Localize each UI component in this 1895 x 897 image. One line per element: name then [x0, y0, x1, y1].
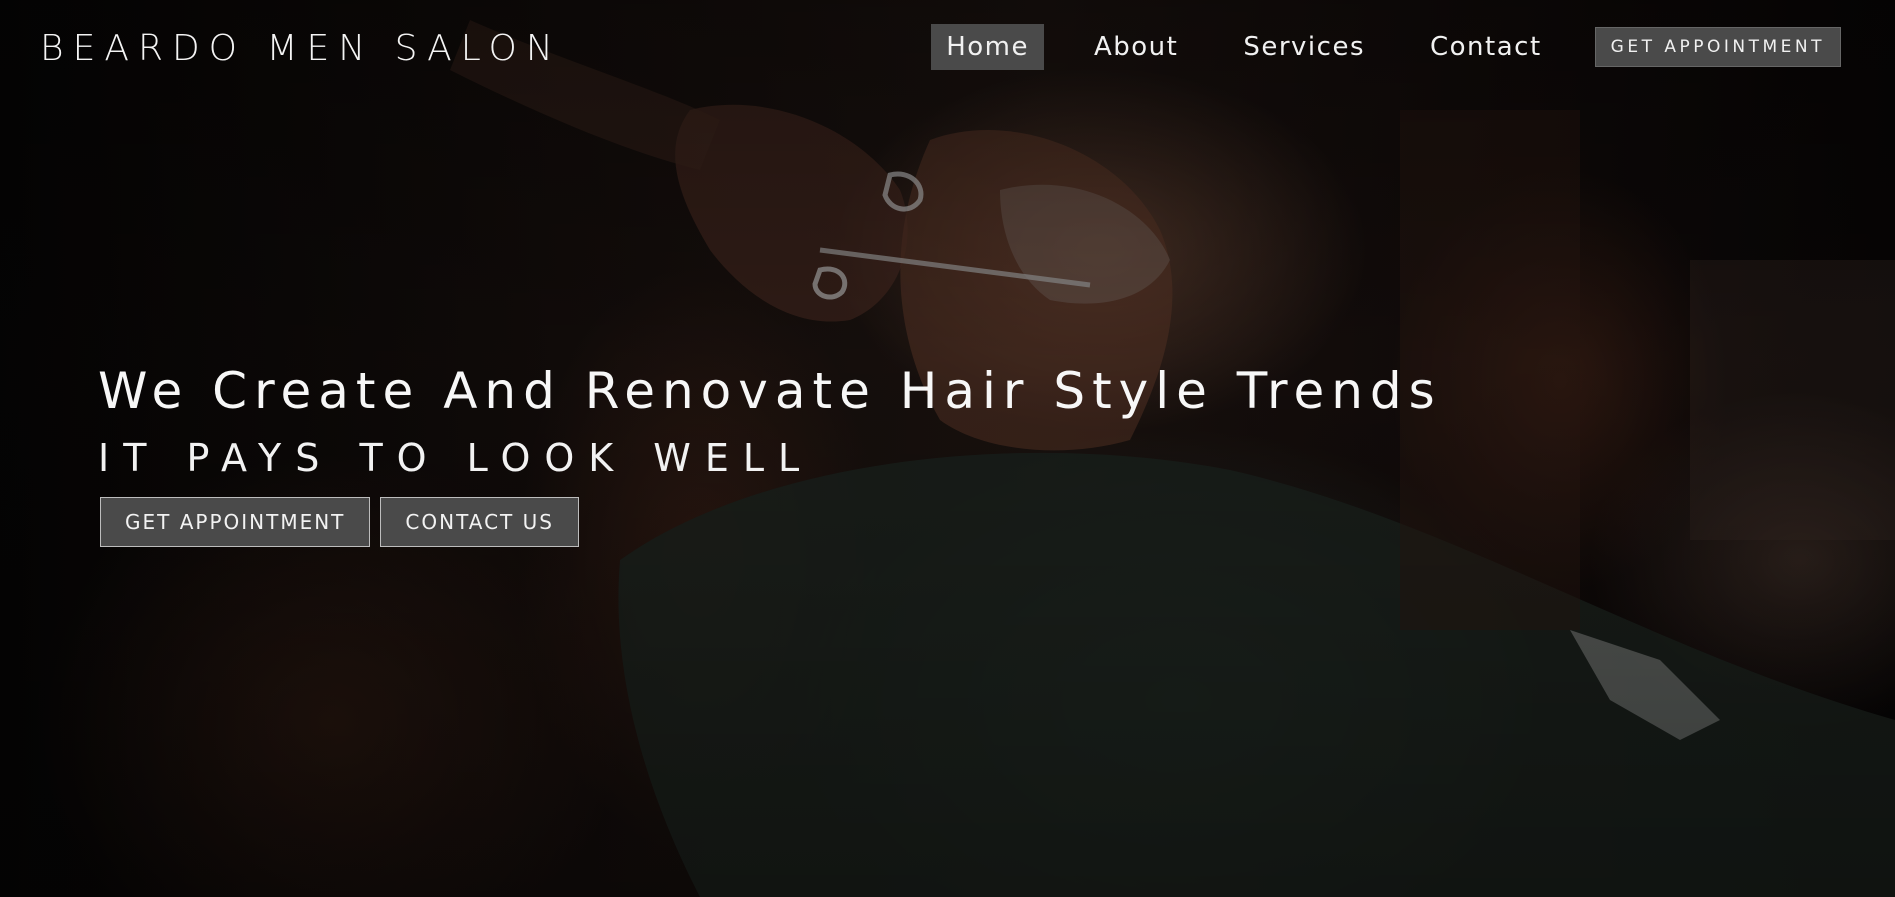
nav-services[interactable]: Services [1228, 24, 1380, 70]
hero-button-group: GET APPOINTMENT CONTACT US [100, 497, 589, 547]
hero-get-appointment-button[interactable]: GET APPOINTMENT [100, 497, 371, 547]
hero-subtitle: IT PAYS TO LOOK WELL [98, 436, 814, 480]
hero-section: BEARDO MEN SALON Home About Services Con… [0, 0, 1895, 897]
hero-contact-us-button[interactable]: CONTACT US [380, 497, 579, 547]
main-nav: Home About Services Contact GET APPOINTM… [896, 24, 1841, 70]
header-get-appointment-button[interactable]: GET APPOINTMENT [1594, 27, 1841, 67]
brand-logo[interactable]: BEARDO MEN SALON [40, 28, 562, 69]
nav-home[interactable]: Home [931, 24, 1044, 70]
hero-title: We Create And Renovate Hair Style Trends [98, 362, 1442, 420]
nav-contact[interactable]: Contact [1415, 24, 1557, 70]
nav-about[interactable]: About [1079, 24, 1193, 70]
